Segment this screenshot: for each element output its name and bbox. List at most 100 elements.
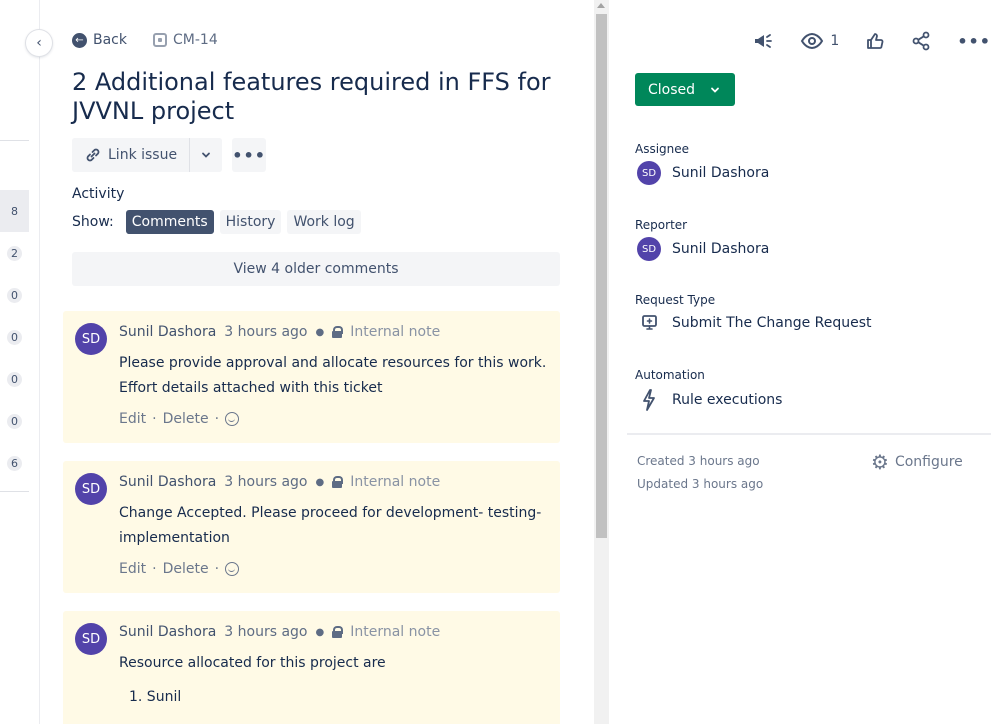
request-type-field[interactable]: Submit The Change Request xyxy=(637,313,872,333)
strip-count[interactable]: 2 xyxy=(0,240,29,266)
reporter-label: Reporter xyxy=(635,218,688,232)
eye-icon xyxy=(801,32,824,50)
automation-label: Automation xyxy=(635,368,705,382)
reporter-field[interactable]: SD Sunil Dashora xyxy=(637,237,769,261)
edit-comment-button[interactable]: Edit xyxy=(119,561,146,577)
breadcrumb: ← Back CM-14 xyxy=(72,32,218,48)
separator-dot: · xyxy=(214,411,220,427)
left-strip: 8 2 0 0 0 0 6 xyxy=(0,0,40,724)
comment-header: Sunil Dashora 3 hours ago ● Internal not… xyxy=(119,624,440,640)
lightning-icon xyxy=(643,389,655,411)
strip-count[interactable]: 0 xyxy=(0,366,29,392)
automation-field[interactable]: Rule executions xyxy=(637,388,782,412)
back-label: Back xyxy=(93,32,127,48)
configure-button[interactable]: ⚙ Configure xyxy=(871,452,963,472)
feedback-button[interactable] xyxy=(752,30,774,52)
collapse-sidebar-button[interactable]: ‹ xyxy=(26,30,52,56)
request-type-label: Request Type xyxy=(635,293,716,307)
comment-body: Please provide approval and allocate res… xyxy=(119,355,547,396)
strip-divider xyxy=(0,491,29,492)
delete-comment-button[interactable]: Delete xyxy=(163,411,209,427)
separator-dot: ● xyxy=(315,326,325,338)
scrollbar[interactable] xyxy=(594,0,609,724)
visibility-label: Internal note xyxy=(350,324,441,340)
created-date: Created 3 hours ago xyxy=(637,454,760,468)
comment-time[interactable]: 3 hours ago xyxy=(224,324,307,340)
view-older-comments-button[interactable]: View 4 older comments xyxy=(72,252,560,286)
gear-icon: ⚙ xyxy=(871,450,889,474)
link-issue-dropdown[interactable] xyxy=(190,138,223,172)
configure-label: Configure xyxy=(894,454,963,470)
thumbs-up-icon xyxy=(867,33,884,49)
megaphone-icon xyxy=(755,34,773,48)
watch-button[interactable]: 1 xyxy=(800,32,839,50)
more-actions-button[interactable]: ••• xyxy=(232,138,267,172)
reporter-name: Sunil Dashora xyxy=(672,241,770,257)
share-button[interactable] xyxy=(911,31,931,51)
scrollbar-thumb[interactable] xyxy=(596,14,607,538)
delete-comment-button[interactable]: Delete xyxy=(163,561,209,577)
activity-heading: Activity xyxy=(72,186,125,202)
separator-dot: · xyxy=(152,411,157,427)
comment-body: Resource allocated for this project are xyxy=(119,655,386,671)
status-dropdown[interactable]: Closed xyxy=(635,73,735,106)
visibility-label: Internal note xyxy=(350,624,441,640)
comment: SD Sunil Dashora 3 hours ago ● Internal … xyxy=(63,311,560,443)
assignee-field[interactable]: SD Sunil Dashora xyxy=(637,161,769,185)
edit-comment-button[interactable]: Edit xyxy=(119,411,146,427)
scroll-up-arrow[interactable] xyxy=(597,3,605,8)
visibility-label: Internal note xyxy=(350,474,441,490)
issue-toolbar: 1 ••• xyxy=(752,30,991,52)
strip-count[interactable]: 0 xyxy=(0,408,29,434)
separator-dot: · xyxy=(152,561,157,577)
watcher-count: 1 xyxy=(830,33,840,49)
activity-filter: Show: Comments History Work log xyxy=(72,210,361,234)
vote-button[interactable] xyxy=(865,31,885,51)
comment-time[interactable]: 3 hours ago xyxy=(224,624,307,640)
issue-main: ← Back CM-14 2 Additional features requi… xyxy=(40,0,595,724)
comment-time[interactable]: 3 hours ago xyxy=(224,474,307,490)
add-reaction-icon[interactable] xyxy=(225,562,240,576)
link-issue-label: Link issue xyxy=(108,147,178,163)
avatar: SD xyxy=(637,237,661,261)
strip-count[interactable]: 0 xyxy=(0,324,29,350)
chevron-down-icon xyxy=(202,152,210,158)
more-icon: ••• xyxy=(957,31,991,51)
chevron-left-icon: ‹ xyxy=(36,35,42,51)
request-type-value: Submit The Change Request xyxy=(672,315,872,331)
strip-count[interactable]: 6 xyxy=(0,450,29,476)
comment-author[interactable]: Sunil Dashora xyxy=(119,474,216,490)
link-issue-button[interactable]: Link issue xyxy=(72,138,190,172)
comment-author[interactable]: Sunil Dashora xyxy=(119,624,216,640)
filter-comments[interactable]: Comments xyxy=(125,210,214,234)
strip-divider xyxy=(0,140,29,141)
avatar[interactable]: SD xyxy=(75,623,107,655)
status-label: Closed xyxy=(648,81,696,98)
show-label: Show: xyxy=(72,214,114,230)
issue-key-link[interactable]: CM-14 xyxy=(153,32,218,48)
arrow-left-icon: ← xyxy=(72,32,87,48)
assignee-label: Assignee xyxy=(635,142,690,156)
strip-count[interactable]: 8 xyxy=(0,190,29,232)
avatar[interactable]: SD xyxy=(75,473,107,505)
comment-body: Change Accepted. Please proceed for deve… xyxy=(119,505,542,546)
comment: SD Sunil Dashora 3 hours ago ● Internal … xyxy=(63,611,560,724)
request-type-icon xyxy=(153,33,167,47)
link-icon xyxy=(86,148,100,162)
avatar[interactable]: SD xyxy=(75,323,107,355)
filter-history[interactable]: History xyxy=(219,210,282,234)
filter-work-log[interactable]: Work log xyxy=(287,210,361,234)
issue-key: CM-14 xyxy=(173,32,218,48)
more-options-button[interactable]: ••• xyxy=(957,32,991,51)
comment-header: Sunil Dashora 3 hours ago ● Internal not… xyxy=(119,474,440,490)
back-link[interactable]: ← Back xyxy=(72,32,127,48)
comment: SD Sunil Dashora 3 hours ago ● Internal … xyxy=(63,461,560,593)
strip-count[interactable]: 0 xyxy=(0,282,29,308)
add-reaction-icon[interactable] xyxy=(225,412,240,426)
rule-executions-link: Rule executions xyxy=(672,392,783,408)
comment-header: Sunil Dashora 3 hours ago ● Internal not… xyxy=(119,324,440,340)
updated-date: Updated 3 hours ago xyxy=(637,477,764,491)
comment-author[interactable]: Sunil Dashora xyxy=(119,324,216,340)
issue-sidebar: 1 ••• Closed Assignee SD Sunil Dashora R… xyxy=(609,0,999,724)
link-issue-group: Link issue xyxy=(72,138,223,172)
